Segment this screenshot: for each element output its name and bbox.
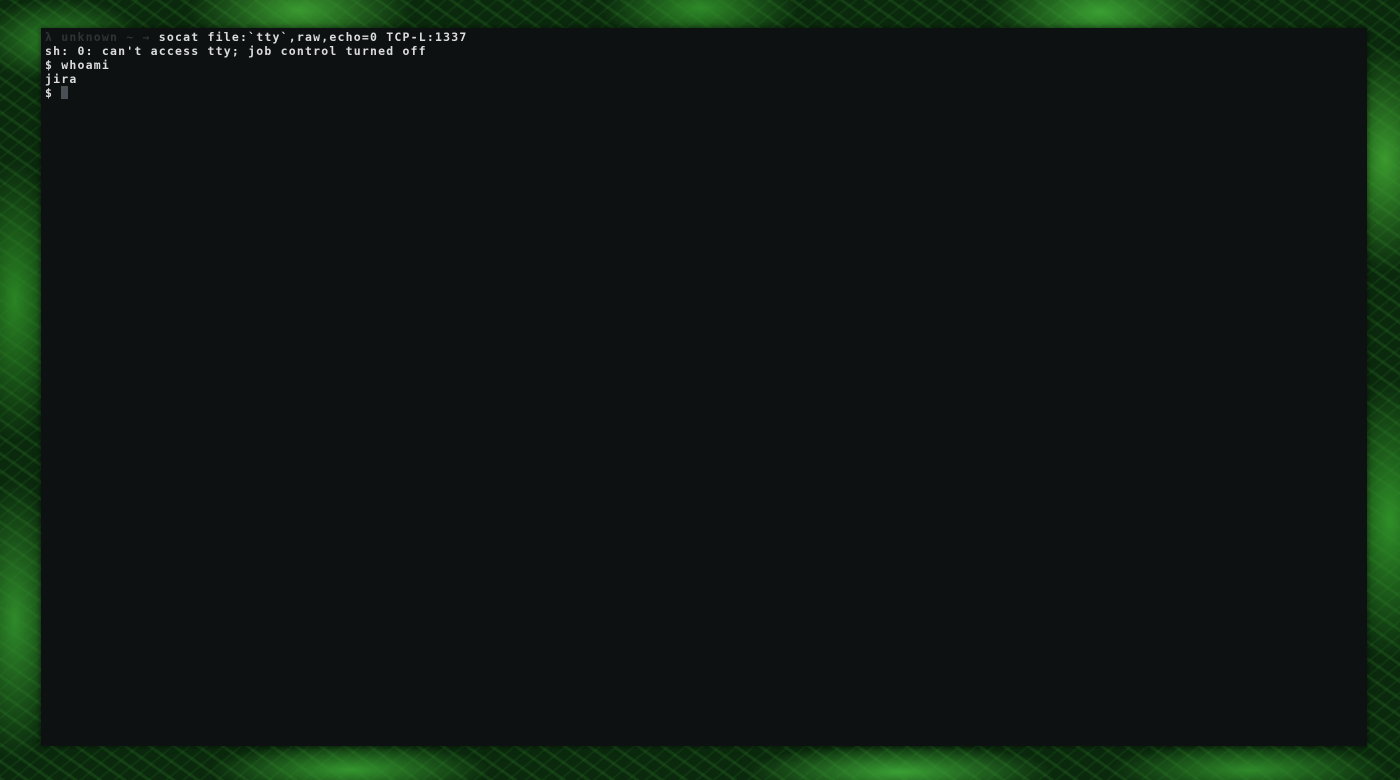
terminal-line-socat-command: λ unknown ~ → socat file:`tty`,raw,echo=… <box>45 30 1363 44</box>
terminal-output-line: sh: 0: can't access tty; job control tur… <box>45 44 427 58</box>
command-text: whoami <box>61 58 110 72</box>
prompt-directory: ~ <box>126 30 135 44</box>
desktop-wallpaper: λ unknown ~ → socat file:`tty`,raw,echo=… <box>0 0 1400 780</box>
prompt-arrow-icon: → <box>142 30 151 44</box>
shell-prompt: $ <box>45 58 54 72</box>
terminal-line-whoami: $ whoami <box>45 58 1363 72</box>
terminal-window[interactable]: λ unknown ~ → socat file:`tty`,raw,echo=… <box>41 28 1367 746</box>
command-text: socat file:`tty`,raw,echo=0 TCP-L:1337 <box>158 30 468 44</box>
text-cursor <box>61 86 69 99</box>
shell-prompt: $ <box>45 86 54 100</box>
prompt-lambda: λ <box>45 30 54 44</box>
terminal-input-line[interactable]: $ <box>45 86 1363 100</box>
terminal-output-line: jira <box>45 72 78 86</box>
prompt-host: unknown <box>61 30 119 44</box>
